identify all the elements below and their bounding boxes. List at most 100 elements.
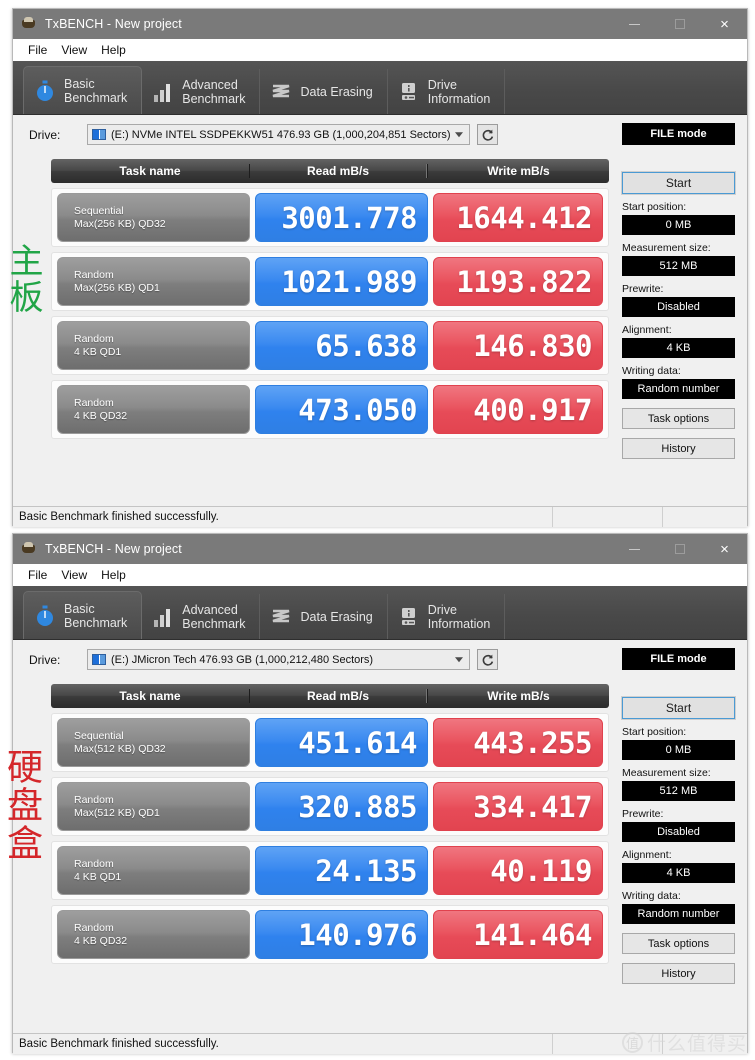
history-button[interactable]: History <box>622 438 735 459</box>
tab-data-erasing[interactable]: Data Erasing <box>260 69 388 114</box>
read-value: 451.614 <box>255 718 428 767</box>
prewrite-label: Prewrite: <box>622 808 664 820</box>
task-name-cell: Random 4 KB QD32 <box>57 910 250 959</box>
column-header-write: Write mB/s <box>427 164 609 178</box>
title-bar[interactable]: TxBENCH - New project × <box>13 9 747 39</box>
alignment-value[interactable]: 4 KB <box>622 863 735 883</box>
status-cell-b <box>662 507 747 527</box>
annotation-motherboard: 主板 <box>3 243 43 315</box>
shred-icon <box>270 605 292 629</box>
minimize-button[interactable] <box>612 534 657 564</box>
tab-basic-benchmark[interactable]: Basic Benchmark <box>23 591 143 639</box>
drive-info-icon <box>398 605 420 629</box>
tab-drive-information[interactable]: Drive Information <box>388 69 506 114</box>
read-value: 65.638 <box>255 321 428 370</box>
drive-select[interactable]: (E:) NVMe INTEL SSDPEKKW51 476.93 GB (1,… <box>87 124 470 145</box>
table-row[interactable]: Random Max(512 KB) QD1 320.885 334.417 <box>51 777 609 836</box>
start-button[interactable]: Start <box>621 171 736 195</box>
drive-hdd-icon <box>92 129 106 140</box>
bar-chart-icon <box>152 80 174 104</box>
tab-label: Basic Benchmark <box>64 76 128 105</box>
start-position-label: Start position: <box>622 726 687 738</box>
read-value: 3001.778 <box>255 193 428 242</box>
task-line-1: Random <box>74 332 114 345</box>
txbench-window-2[interactable]: TxBENCH - New project × File View Help B… <box>12 533 748 1054</box>
maximize-button[interactable] <box>657 534 702 564</box>
drive-select[interactable]: (E:) JMicron Tech 476.93 GB (1,000,212,4… <box>87 649 470 670</box>
tab-data-erasing[interactable]: Data Erasing <box>260 594 388 639</box>
close-button[interactable]: × <box>702 534 747 564</box>
table-row[interactable]: Random 4 KB QD32 140.976 141.464 <box>51 905 609 964</box>
close-button[interactable]: × <box>702 9 747 39</box>
read-value: 1021.989 <box>255 257 428 306</box>
settings-panel: FILE mode Start Start position: 0 MB Mea… <box>621 123 736 459</box>
prewrite-label: Prewrite: <box>622 283 664 295</box>
alignment-label: Alignment: <box>622 849 672 861</box>
table-row[interactable]: Sequential Max(256 KB) QD32 3001.778 164… <box>51 188 609 247</box>
task-line-2: Max(256 KB) QD32 <box>74 217 166 230</box>
task-name-cell: Random Max(256 KB) QD1 <box>57 257 250 306</box>
tab-basic-benchmark[interactable]: Basic Benchmark <box>23 66 143 114</box>
task-line-1: Random <box>74 793 114 806</box>
chevron-down-icon[interactable] <box>455 656 463 662</box>
benchmark-table: Task name Read mB/s Write mB/s Sequentia… <box>51 159 609 439</box>
menu-item-view[interactable]: View <box>54 566 94 584</box>
tab-label: Drive Information <box>427 602 491 631</box>
history-button[interactable]: History <box>622 963 735 984</box>
start-position-value[interactable]: 0 MB <box>622 740 735 760</box>
read-value: 320.885 <box>255 782 428 831</box>
read-value: 473.050 <box>255 385 428 434</box>
chevron-down-icon[interactable] <box>455 131 463 137</box>
measurement-size-value[interactable]: 512 MB <box>622 256 735 276</box>
writing-data-value[interactable]: Random number <box>622 904 735 924</box>
measurement-size-value[interactable]: 512 MB <box>622 781 735 801</box>
task-name-cell: Random 4 KB QD32 <box>57 385 250 434</box>
tab-strip: Basic Benchmark Advanced Benchmark Data … <box>13 586 747 640</box>
refresh-button[interactable] <box>477 649 498 670</box>
menu-bar: File View Help <box>13 564 747 586</box>
menu-item-view[interactable]: View <box>54 41 94 59</box>
tab-advanced-benchmark[interactable]: Advanced Benchmark <box>142 594 261 639</box>
tab-advanced-benchmark[interactable]: Advanced Benchmark <box>142 69 261 114</box>
menu-item-help[interactable]: Help <box>94 566 133 584</box>
task-options-button[interactable]: Task options <box>622 933 735 954</box>
tab-strip: Basic Benchmark Advanced Benchmark Data … <box>13 61 747 115</box>
task-options-button[interactable]: Task options <box>622 408 735 429</box>
menu-item-help[interactable]: Help <box>94 41 133 59</box>
writing-data-value[interactable]: Random number <box>622 379 735 399</box>
drive-label: Drive: <box>29 127 61 142</box>
task-name-cell: Random 4 KB QD1 <box>57 846 250 895</box>
menu-item-file[interactable]: File <box>21 566 54 584</box>
table-row[interactable]: Random 4 KB QD32 473.050 400.917 <box>51 380 609 439</box>
task-line-2: 4 KB QD1 <box>74 345 122 358</box>
minimize-button[interactable] <box>612 9 657 39</box>
prewrite-value[interactable]: Disabled <box>622 822 735 842</box>
tab-label: Advanced Benchmark <box>182 77 246 106</box>
refresh-button[interactable] <box>477 124 498 145</box>
writing-data-label: Writing data: <box>622 365 681 377</box>
table-row[interactable]: Random 4 KB QD1 65.638 146.830 <box>51 316 609 375</box>
task-line-1: Random <box>74 396 114 409</box>
prewrite-value[interactable]: Disabled <box>622 297 735 317</box>
shred-icon <box>270 80 292 104</box>
txbench-window-1[interactable]: TxBENCH - New project × File View Help B… <box>12 8 748 527</box>
start-button[interactable]: Start <box>621 696 736 720</box>
table-row[interactable]: Random Max(256 KB) QD1 1021.989 1193.822 <box>51 252 609 311</box>
maximize-button[interactable] <box>657 9 702 39</box>
task-line-2: Max(256 KB) QD1 <box>74 281 160 294</box>
benchmark-table: Task name Read mB/s Write mB/s Sequentia… <box>51 684 609 964</box>
file-mode-badge[interactable]: FILE mode <box>622 123 735 145</box>
measurement-size-label: Measurement size: <box>622 242 711 254</box>
refresh-icon <box>482 129 493 141</box>
status-bar: Basic Benchmark finished successfully. <box>13 506 747 527</box>
window-content: Drive: (E:) JMicron Tech 476.93 GB (1,00… <box>13 640 747 1054</box>
file-mode-badge[interactable]: FILE mode <box>622 648 735 670</box>
menu-item-file[interactable]: File <box>21 41 54 59</box>
tab-drive-information[interactable]: Drive Information <box>388 594 506 639</box>
alignment-value[interactable]: 4 KB <box>622 338 735 358</box>
start-position-value[interactable]: 0 MB <box>622 215 735 235</box>
table-row[interactable]: Sequential Max(512 KB) QD32 451.614 443.… <box>51 713 609 772</box>
table-row[interactable]: Random 4 KB QD1 24.135 40.119 <box>51 841 609 900</box>
title-bar[interactable]: TxBENCH - New project × <box>13 534 747 564</box>
task-line-2: 4 KB QD32 <box>74 409 128 422</box>
